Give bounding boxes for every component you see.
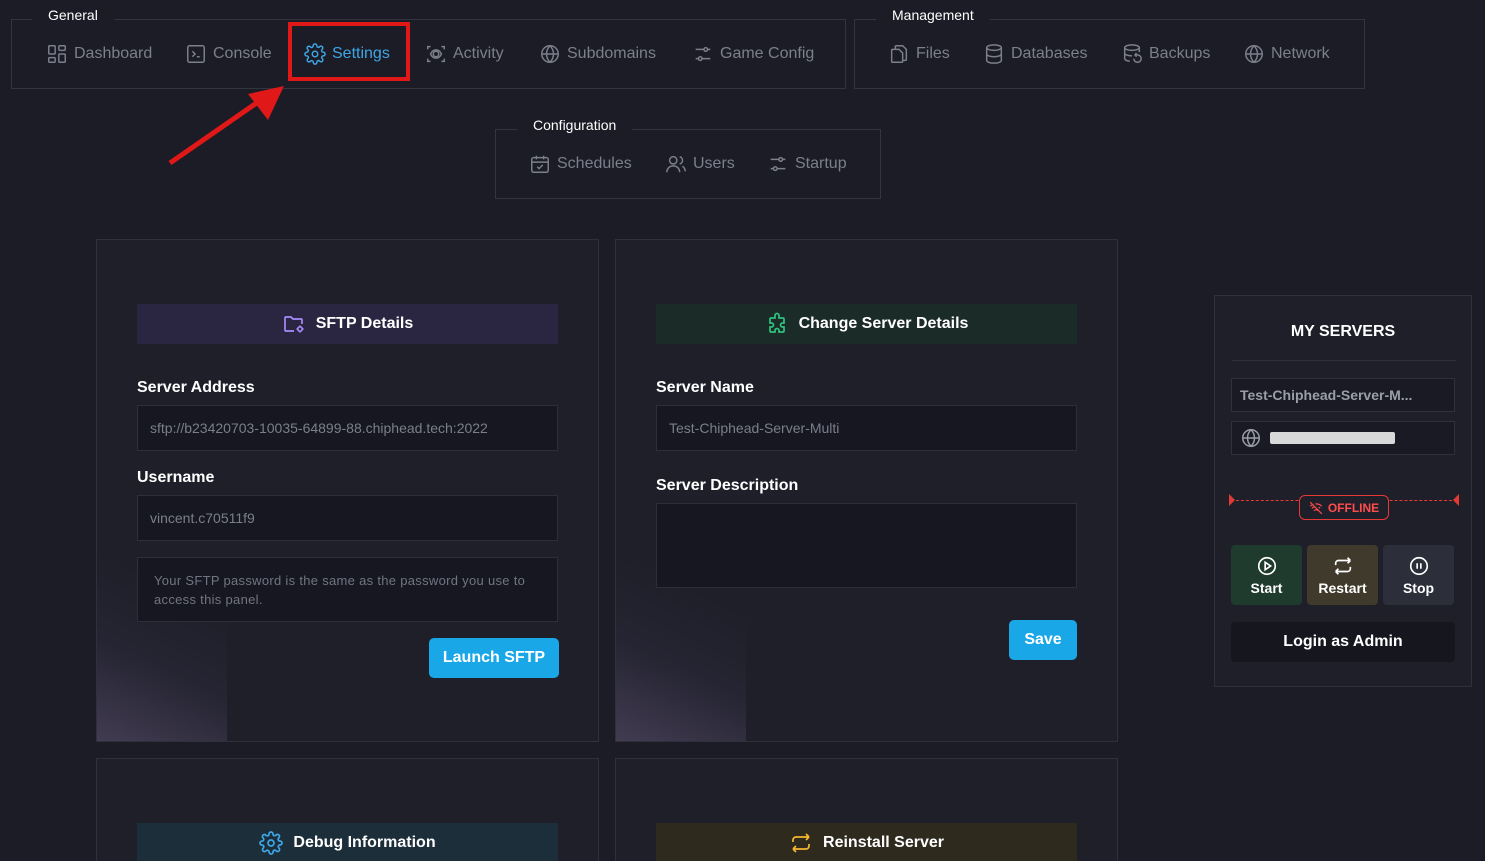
- reinstall-server-card: Reinstall Server: [615, 758, 1118, 861]
- nav-item-label: Backups: [1149, 45, 1211, 62]
- nav-item-schedules[interactable]: Schedules: [529, 153, 632, 175]
- server-description-label: Server Description: [656, 477, 799, 494]
- debug-card-header: Debug Information: [137, 823, 558, 861]
- backup-icon: [1123, 44, 1142, 63]
- play-icon: [1257, 556, 1276, 575]
- status-badge: OFFLINE: [1299, 495, 1389, 520]
- username-label: Username: [137, 469, 215, 486]
- console-icon: [187, 45, 205, 63]
- globe-icon: [541, 44, 559, 64]
- annotation-arrow-icon: [168, 86, 284, 166]
- login-as-admin-button[interactable]: Login as Admin: [1231, 622, 1455, 662]
- nav-item-label: Activity: [453, 45, 504, 62]
- nav-item-label: Schedules: [557, 155, 632, 172]
- my-servers-title: MY SERVERS: [1290, 323, 1396, 340]
- folder-gear-icon: [283, 316, 304, 333]
- nav-group-label-configuration: Configuration: [517, 110, 633, 142]
- card-glow: [97, 511, 227, 741]
- wifi-off-icon: [1309, 501, 1323, 514]
- status-text: OFFLINE: [1327, 500, 1380, 515]
- restart-button[interactable]: Restart: [1307, 545, 1378, 605]
- nav-item-label: Users: [693, 155, 735, 172]
- sftp-password-note: Your SFTP password is the same as the pa…: [137, 557, 558, 622]
- nav-item-dashboard[interactable]: Dashboard: [46, 43, 152, 65]
- debug-card-title: Debug Information: [293, 834, 436, 851]
- reinstall-card-title: Reinstall Server: [823, 834, 944, 851]
- sliders-icon: [770, 156, 786, 172]
- sliders-icon: [695, 46, 711, 62]
- nav-item-label: Game Config: [720, 45, 815, 62]
- repeat-icon: [792, 833, 810, 853]
- users-icon: [666, 155, 686, 173]
- server-name-input[interactable]: Test-Chiphead-Server-Multi: [656, 405, 1077, 451]
- server-address-field[interactable]: sftp://b23420703-10035-64899-88.chiphead…: [137, 405, 558, 451]
- database-icon: [985, 44, 1003, 64]
- change-server-details-card: Change Server Details Server Name Test-C…: [615, 239, 1118, 742]
- nav-item-databases[interactable]: Databases: [983, 43, 1088, 65]
- divider: [1232, 360, 1456, 361]
- username-field[interactable]: vincent.c70511f9: [137, 495, 558, 541]
- start-button[interactable]: Start: [1231, 545, 1302, 605]
- nav-item-subdomains[interactable]: Subdomains: [539, 43, 656, 65]
- launch-sftp-button[interactable]: Launch SFTP: [429, 638, 559, 678]
- nav-item-label: Startup: [795, 155, 847, 172]
- sftp-card-header: SFTP Details: [137, 304, 558, 344]
- files-icon: [890, 45, 908, 63]
- nav-item-label: Databases: [1011, 45, 1088, 62]
- reinstall-card-header: Reinstall Server: [656, 823, 1077, 861]
- repeat-icon: [1334, 556, 1351, 575]
- sftp-card-title: SFTP Details: [315, 315, 414, 332]
- server-description-textarea[interactable]: [656, 503, 1077, 588]
- server-details-card-header: Change Server Details: [656, 304, 1077, 344]
- stop-label: Stop: [1402, 579, 1435, 596]
- annotation-highlight-box: [288, 22, 410, 81]
- server-name-label: Server Name: [656, 379, 754, 396]
- my-servers-panel: MY SERVERS Test-Chiphead-Server-M... OFF…: [1214, 295, 1472, 687]
- nav-group-general: General Dashboard Console Settings Activ…: [11, 0, 846, 89]
- server-details-card-title: Change Server Details: [798, 315, 969, 332]
- nav-item-label: Subdomains: [567, 45, 656, 62]
- nav-item-console[interactable]: Console: [185, 43, 272, 65]
- gear-icon: [259, 831, 284, 855]
- calendar-icon: [531, 155, 549, 173]
- right-marker-icon: [1453, 494, 1459, 506]
- dashboard-icon: [48, 45, 66, 63]
- nav-group-configuration: Configuration Schedules Users Startup: [495, 110, 881, 199]
- globe-icon: [1242, 428, 1260, 448]
- nav-item-files[interactable]: Files: [888, 43, 950, 65]
- server-address-box: [1231, 421, 1455, 455]
- puzzle-icon: [768, 312, 785, 333]
- server-selector[interactable]: Test-Chiphead-Server-M...: [1231, 378, 1455, 412]
- pause-icon: [1409, 556, 1428, 575]
- sftp-details-card: SFTP Details Server Address sftp://b2342…: [96, 239, 599, 742]
- restart-label: Restart: [1318, 579, 1367, 596]
- nav-group-label-management: Management: [876, 0, 990, 32]
- nav-item-backups[interactable]: Backups: [1121, 43, 1210, 65]
- globe-icon: [1245, 44, 1263, 64]
- nav-item-startup[interactable]: Startup: [767, 153, 847, 175]
- activity-icon: [427, 45, 445, 63]
- left-marker-icon: [1229, 494, 1235, 506]
- nav-item-activity[interactable]: Activity: [425, 43, 504, 65]
- nav-item-label: Files: [916, 45, 950, 62]
- nav-item-users[interactable]: Users: [665, 153, 735, 175]
- nav-item-network[interactable]: Network: [1243, 43, 1330, 65]
- debug-information-card: Debug Information: [96, 758, 599, 861]
- save-button[interactable]: Save: [1009, 620, 1077, 660]
- nav-item-label: Dashboard: [74, 45, 153, 62]
- nav-item-label: Console: [213, 45, 272, 62]
- server-selector-name: Test-Chiphead-Server-M...: [1240, 387, 1413, 403]
- nav-item-game-config[interactable]: Game Config: [692, 43, 814, 65]
- redacted-address: [1270, 432, 1395, 444]
- server-address-label: Server Address: [137, 379, 255, 396]
- nav-item-label: Network: [1271, 45, 1330, 62]
- start-label: Start: [1250, 579, 1283, 596]
- nav-group-management: Management Files Databases Backups Netwo…: [854, 0, 1365, 89]
- nav-group-label-general: General: [32, 0, 114, 32]
- stop-button[interactable]: Stop: [1383, 545, 1454, 605]
